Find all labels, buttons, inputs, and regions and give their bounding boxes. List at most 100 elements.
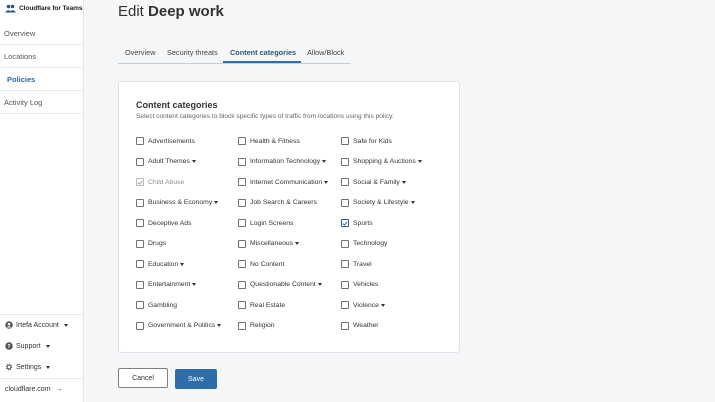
checkbox[interactable] [341, 260, 349, 268]
category-label: Government & Politics [148, 322, 216, 329]
checkbox[interactable] [238, 219, 246, 227]
category-health-and-fitness[interactable]: Health & Fitness [238, 136, 300, 146]
category-weather[interactable]: Weather [341, 321, 379, 331]
category-technology[interactable]: Technology [341, 239, 387, 249]
category-label: Real Estate [250, 301, 286, 309]
checkbox[interactable] [341, 137, 349, 145]
tab-content-categories[interactable]: Content categories [230, 48, 296, 57]
category-information-technology[interactable]: Information Technology [238, 157, 327, 167]
sidebar-item-locations[interactable]: Locations [0, 46, 84, 66]
checkbox[interactable] [136, 301, 144, 309]
brand[interactable]: Cloudflare for Teams [5, 4, 83, 13]
tab-overview[interactable]: Overview [125, 48, 155, 57]
category-violence[interactable]: Violence [341, 300, 385, 310]
checkbox[interactable] [136, 239, 144, 248]
chevron-down-icon[interactable] [401, 180, 406, 184]
category-government-and-politics[interactable]: Government & Politics [136, 321, 222, 331]
account-menu[interactable]: Irtefa Account [5, 321, 68, 329]
category-real-estate[interactable]: Real Estate [238, 300, 285, 310]
category-gambling[interactable]: Gambling [136, 300, 177, 310]
category-shopping-and-auctions[interactable]: Shopping & Auctions [341, 157, 422, 167]
sidebar-item-policies[interactable]: Policies [0, 69, 84, 89]
category-internet-communication[interactable]: Internet Communication [238, 177, 329, 187]
category-vehicles[interactable]: Vehicles [341, 280, 378, 290]
category-sports[interactable]: Sports [341, 218, 373, 228]
checkbox[interactable] [341, 198, 349, 207]
category-no-content[interactable]: No Content [238, 259, 284, 269]
category-label: Sports [353, 219, 373, 227]
checkbox[interactable] [136, 260, 144, 268]
chevron-down-icon[interactable] [417, 160, 422, 163]
category-business-and-economy[interactable]: Business & Economy [136, 198, 219, 208]
checkbox[interactable] [136, 321, 144, 330]
checkbox[interactable] [341, 239, 349, 248]
category-deceptive-ads[interactable]: Deceptive Ads [136, 218, 191, 228]
cancel-button[interactable]: Cancel [118, 368, 168, 388]
category-social-and-family[interactable]: Social & Family [341, 177, 406, 187]
checkbox[interactable] [136, 157, 144, 166]
category-education[interactable]: Education [136, 259, 185, 269]
checkbox[interactable] [341, 219, 349, 227]
chevron-down-icon[interactable] [192, 283, 197, 286]
checkbox[interactable] [341, 301, 349, 309]
account-label: Irtefa Account [16, 321, 59, 329]
checkbox[interactable] [238, 301, 246, 309]
checkbox[interactable] [238, 280, 246, 289]
checkbox[interactable] [238, 157, 246, 166]
category-advertisements[interactable]: Advertisements [136, 136, 195, 146]
people-icon [5, 4, 16, 13]
category-society-and-lifestyle[interactable]: Society & Lifestyle [341, 198, 415, 208]
checkbox[interactable] [238, 178, 246, 186]
sidebar-item-label: Policies [7, 74, 36, 84]
chevron-down-icon[interactable] [317, 283, 322, 286]
checkbox[interactable] [341, 157, 349, 166]
divider [0, 113, 84, 114]
checkbox[interactable] [238, 239, 246, 248]
category-label: Violence [353, 301, 379, 309]
chevron-down-icon[interactable] [217, 324, 222, 327]
tab-allow-block[interactable]: Allow/Block [307, 48, 344, 57]
category-entertainment[interactable]: Entertainment [136, 280, 197, 290]
checkbox[interactable] [238, 137, 246, 145]
checkbox[interactable] [341, 178, 349, 186]
tab-security-threats[interactable]: Security threats [167, 48, 218, 57]
category-miscellaneous[interactable]: Miscellaneous [238, 239, 300, 249]
support-menu[interactable]: ? Support [5, 342, 50, 350]
checkbox[interactable] [136, 198, 144, 207]
support-label: Support [16, 342, 41, 350]
checkbox[interactable] [238, 260, 246, 268]
sidebar-item-activity-log[interactable]: Activity Log [0, 92, 84, 112]
checkbox[interactable] [136, 137, 144, 145]
checkbox[interactable] [238, 321, 246, 330]
cloudflare-link[interactable]: cloudflare.com → [5, 386, 63, 393]
category-religion[interactable]: Religion [238, 321, 275, 331]
checkbox[interactable] [341, 280, 349, 289]
category-safe-for-kids[interactable]: Safe for Kids [341, 136, 392, 146]
chevron-down-icon[interactable] [380, 303, 385, 307]
category-questionable-content[interactable]: Questionable Content [238, 280, 322, 290]
sidebar-item-overview[interactable]: Overview [0, 23, 84, 43]
category-drugs[interactable]: Drugs [136, 239, 166, 249]
checkbox[interactable] [136, 219, 144, 227]
chevron-down-icon[interactable] [191, 160, 196, 163]
category-adult-themes[interactable]: Adult Themes [136, 157, 196, 167]
checkbox[interactable] [341, 321, 349, 330]
checkbox[interactable] [136, 280, 144, 289]
chevron-down-icon[interactable] [214, 201, 219, 204]
category-login-screens[interactable]: Login Screens [238, 218, 293, 228]
chevron-down-icon[interactable] [410, 201, 415, 204]
settings-menu[interactable]: Settings [5, 363, 51, 371]
save-button[interactable]: Save [175, 369, 217, 389]
category-child-abuse: Child Abuse [136, 177, 184, 187]
chevron-down-icon[interactable] [295, 242, 300, 245]
checkmark-icon [137, 180, 143, 185]
category-job-search-and-careers[interactable]: Job Search & Careers [238, 198, 317, 208]
chevron-down-icon[interactable] [322, 160, 327, 163]
checkbox[interactable] [238, 198, 246, 207]
category-travel[interactable]: Travel [341, 259, 372, 269]
chevron-down-icon[interactable] [180, 262, 185, 266]
checkmark-icon [342, 221, 348, 226]
settings-label: Settings [16, 363, 42, 371]
svg-text:?: ? [8, 344, 11, 350]
chevron-down-icon[interactable] [324, 180, 329, 184]
